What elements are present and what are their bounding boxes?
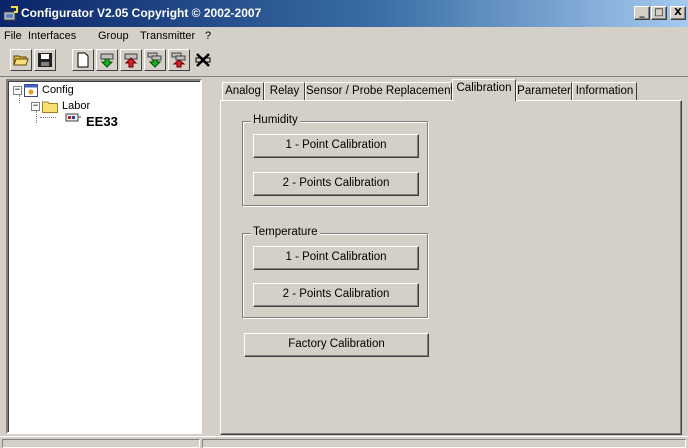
- upload-red-icon: [124, 53, 138, 68]
- open-button[interactable]: [10, 49, 32, 71]
- calibration-panel: Humidity 1 - Point Calibration 2 - Point…: [220, 100, 682, 435]
- menu-help[interactable]: ?: [205, 30, 211, 42]
- group-upload-button[interactable]: [168, 49, 190, 71]
- menu-interfaces[interactable]: Interfaces: [28, 30, 76, 42]
- tree-node-labor[interactable]: Labor: [62, 100, 90, 112]
- temperature-group: Temperature 1 - Point Calibration 2 - Po…: [242, 226, 428, 318]
- tab-parameter[interactable]: Parameter: [516, 82, 572, 101]
- tab-sensor-probe-replacement[interactable]: Sensor / Probe Replacement: [305, 82, 454, 101]
- tab-information[interactable]: Information: [572, 82, 637, 101]
- group-download-button[interactable]: [144, 49, 166, 71]
- temperature-1-point-calibration-button[interactable]: 1 - Point Calibration: [253, 246, 419, 270]
- status-bar: [0, 436, 688, 448]
- expand-labor-toggle[interactable]: −: [31, 102, 40, 111]
- tree-node-config[interactable]: Config: [42, 84, 74, 96]
- config-icon: [24, 84, 38, 97]
- disconnect-icon: [195, 53, 211, 67]
- tab-analog[interactable]: Analog: [222, 82, 264, 101]
- menu-bar: File Interfaces Group Transmitter ?: [0, 27, 688, 45]
- tree-node-ee33[interactable]: EE33: [86, 114, 118, 129]
- humidity-legend: Humidity: [251, 114, 300, 126]
- disconnect-button[interactable]: [192, 49, 214, 71]
- upload-button[interactable]: [120, 49, 142, 71]
- close-button[interactable]: X: [670, 6, 686, 20]
- humidity-group: Humidity 1 - Point Calibration 2 - Point…: [242, 114, 428, 206]
- menu-transmitter[interactable]: Transmitter: [140, 30, 195, 42]
- save-disk-icon: [38, 53, 52, 67]
- temperature-legend: Temperature: [251, 226, 320, 238]
- new-button[interactable]: [72, 49, 94, 71]
- expand-config-toggle[interactable]: −: [13, 86, 22, 95]
- humidity-2-points-calibration-button[interactable]: 2 - Points Calibration: [253, 172, 419, 196]
- pane-splitter[interactable]: [203, 79, 215, 435]
- download-group-green-icon: [147, 52, 162, 68]
- tab-strip: Analog Relay Sensor / Probe Replacement …: [220, 79, 680, 101]
- factory-calibration-button[interactable]: Factory Calibration: [244, 333, 429, 357]
- download-button[interactable]: [96, 49, 118, 71]
- maximize-button[interactable]: □: [651, 6, 667, 20]
- new-document-icon: [77, 52, 89, 68]
- upload-group-red-icon: [171, 52, 186, 68]
- toolbar: [0, 45, 688, 77]
- minimize-button[interactable]: _: [634, 6, 650, 20]
- title-bar[interactable]: Configurator V2.05 Copyright © 2002-2007…: [0, 0, 688, 27]
- device-tree[interactable]: − Config − Labor EE33: [6, 79, 202, 434]
- menu-group[interactable]: Group: [98, 30, 129, 42]
- menu-file[interactable]: File: [4, 30, 22, 42]
- tab-calibration[interactable]: Calibration: [452, 79, 516, 101]
- open-folder-icon: [13, 55, 29, 66]
- tab-relay[interactable]: Relay: [264, 82, 305, 101]
- download-green-icon: [100, 53, 114, 68]
- transmitter-icon: [65, 113, 81, 122]
- folder-icon: [42, 101, 58, 113]
- humidity-1-point-calibration-button[interactable]: 1 - Point Calibration: [253, 134, 419, 158]
- temperature-2-points-calibration-button[interactable]: 2 - Points Calibration: [253, 283, 419, 307]
- save-button[interactable]: [34, 49, 56, 71]
- app-icon: [3, 6, 18, 21]
- window-title: Configurator V2.05 Copyright © 2002-2007: [21, 6, 262, 20]
